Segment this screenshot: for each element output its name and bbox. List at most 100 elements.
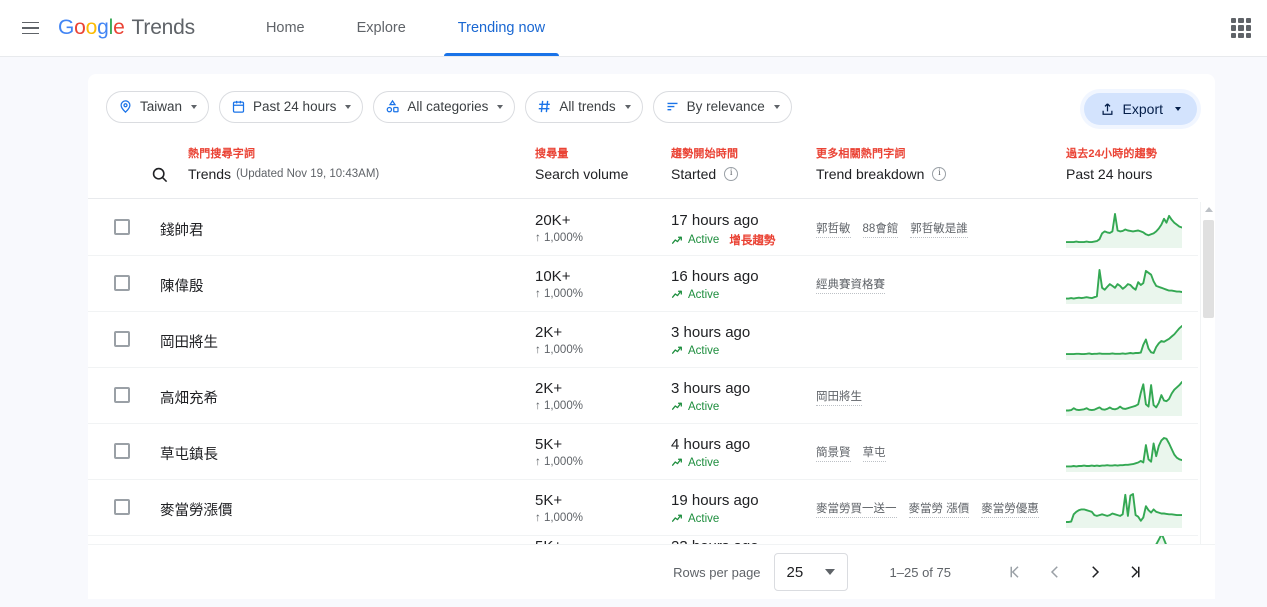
breakdown-chip[interactable]: 草屯 bbox=[863, 444, 886, 462]
trending-up-icon bbox=[671, 512, 684, 525]
header-started-label: Started bbox=[671, 166, 716, 182]
row-checkbox[interactable] bbox=[114, 387, 130, 403]
export-button-wrapper: Export bbox=[1080, 89, 1201, 129]
chevron-down-icon bbox=[191, 105, 197, 109]
info-icon[interactable]: i bbox=[932, 167, 946, 181]
breakdown-chip[interactable]: 麥當勞 漲價 bbox=[909, 500, 970, 518]
filter-trend-type[interactable]: All trends bbox=[525, 91, 642, 123]
apps-dot bbox=[1246, 25, 1251, 30]
location-pin-icon bbox=[118, 99, 133, 114]
row-keyword[interactable]: 草屯鎮長 bbox=[160, 447, 218, 463]
breakdown-chip[interactable]: 經典賽資格賽 bbox=[816, 276, 885, 294]
row-keyword[interactable]: 高畑充希 bbox=[160, 391, 218, 407]
row-sparkline-cell bbox=[1066, 434, 1182, 477]
export-button-label: Export bbox=[1123, 101, 1163, 117]
table-vertical-scrollbar[interactable] bbox=[1200, 202, 1215, 592]
breakdown-chip[interactable]: 岡田將生 bbox=[816, 388, 862, 406]
table-row[interactable]: 草屯鎮長5K+↑ 1,000%4 hours agoActive簡景賢草屯 bbox=[88, 424, 1198, 480]
search-icon[interactable] bbox=[150, 165, 169, 189]
row-keyword[interactable]: 錢帥君 bbox=[160, 223, 204, 239]
apps-dot bbox=[1231, 18, 1236, 23]
table-row[interactable]: 麥當勞漲價5K+↑ 1,000%19 hours agoActive麥當勞買一送… bbox=[88, 480, 1198, 536]
filter-sort[interactable]: By relevance bbox=[653, 91, 792, 123]
info-icon[interactable]: i bbox=[724, 167, 738, 181]
breakdown-chip[interactable]: 郭哲敏是誰 bbox=[910, 220, 968, 238]
row-checkbox-cell bbox=[114, 387, 130, 403]
row-keyword-cell: 陳偉殷 bbox=[160, 275, 204, 296]
nav-link-trending-now[interactable]: Trending now bbox=[444, 0, 559, 56]
sparkline-chart bbox=[1066, 210, 1182, 253]
row-checkbox[interactable] bbox=[114, 443, 130, 459]
row-checkbox[interactable] bbox=[114, 331, 130, 347]
next-page-button[interactable] bbox=[1075, 552, 1115, 592]
row-keyword[interactable]: 陳偉殷 bbox=[160, 279, 204, 295]
scroll-up-arrow-icon[interactable] bbox=[1201, 202, 1216, 216]
row-volume-change: ↑ 1,000% bbox=[535, 400, 583, 412]
apps-dot bbox=[1246, 18, 1251, 23]
hamburger-menu-icon[interactable] bbox=[16, 14, 44, 42]
table-row[interactable]: 岡田將生2K+↑ 1,000%3 hours agoActive bbox=[88, 312, 1198, 368]
trends-card: Taiwan Past 24 hours All categ bbox=[88, 74, 1215, 599]
google-apps-grid-icon[interactable] bbox=[1229, 16, 1253, 40]
filter-categories[interactable]: All categories bbox=[373, 91, 515, 123]
row-volume-change: ↑ 1,000% bbox=[535, 232, 583, 244]
row-sparkline-cell bbox=[1066, 210, 1182, 253]
row-checkbox-cell bbox=[114, 443, 130, 459]
filter-time-range[interactable]: Past 24 hours bbox=[219, 91, 363, 123]
table-row[interactable]: 陳偉殷10K+↑ 1,000%16 hours agoActive經典賽資格賽 bbox=[88, 256, 1198, 312]
filter-time-range-label: Past 24 hours bbox=[253, 99, 336, 114]
previous-page-button[interactable] bbox=[1035, 552, 1075, 592]
row-checkbox[interactable] bbox=[114, 219, 130, 235]
table-row[interactable]: 錢帥君20K+↑ 1,000%17 hours agoActive增長趨勢郭哲敏… bbox=[88, 200, 1198, 256]
page-background: Taiwan Past 24 hours All categ bbox=[0, 57, 1267, 607]
row-checkbox-cell bbox=[114, 331, 130, 347]
header-trends: Trends (Updated Nov 19, 10:43AM) bbox=[188, 166, 379, 182]
row-checkbox[interactable] bbox=[114, 499, 130, 515]
export-upload-icon bbox=[1100, 102, 1115, 117]
annotation-sparkline: 過去24小時的趨勢 bbox=[1066, 145, 1157, 161]
row-volume-cell: 5K+↑ 1,000% bbox=[535, 436, 583, 468]
apps-dot bbox=[1238, 18, 1243, 23]
breakdown-chip[interactable]: 麥當勞買一送一 bbox=[816, 500, 897, 518]
export-button[interactable]: Export bbox=[1084, 93, 1197, 125]
row-checkbox[interactable] bbox=[114, 275, 130, 291]
categories-icon bbox=[385, 99, 400, 114]
header-past-24-hours: Past 24 hours bbox=[1066, 166, 1152, 182]
row-keyword[interactable]: 岡田將生 bbox=[160, 335, 218, 351]
filter-location[interactable]: Taiwan bbox=[106, 91, 209, 123]
row-volume: 10K+ bbox=[535, 268, 583, 285]
row-keyword-cell: 錢帥君 bbox=[160, 219, 204, 240]
nav-link-explore[interactable]: Explore bbox=[343, 0, 420, 56]
row-started-cell: 17 hours agoActive增長趨勢 bbox=[671, 212, 775, 248]
row-started: 19 hours ago bbox=[671, 492, 759, 509]
scrollbar-thumb[interactable] bbox=[1203, 220, 1214, 318]
rows-per-page-label: Rows per page bbox=[673, 565, 760, 580]
row-keyword[interactable]: 麥當勞漲價 bbox=[160, 503, 233, 519]
row-keyword-cell: 草屯鎮長 bbox=[160, 443, 218, 464]
row-status-label: Active bbox=[688, 513, 719, 525]
rows-per-page-select[interactable]: 25 bbox=[774, 553, 848, 591]
row-status-label: Active bbox=[688, 345, 719, 357]
nav-link-home[interactable]: Home bbox=[252, 0, 319, 56]
header-started: Started i bbox=[671, 166, 738, 182]
row-checkbox-cell bbox=[114, 499, 130, 515]
row-breakdown-cell: 簡景賢草屯 bbox=[816, 444, 886, 462]
breakdown-chip[interactable]: 郭哲敏 bbox=[816, 220, 851, 238]
row-volume: 2K+ bbox=[535, 324, 583, 341]
google-trends-logo[interactable]: Google Trends bbox=[58, 16, 195, 40]
row-checkbox-cell bbox=[114, 275, 130, 291]
first-page-button[interactable] bbox=[995, 552, 1035, 592]
row-status-label: Active bbox=[688, 457, 719, 469]
trending-up-icon bbox=[671, 456, 684, 469]
last-page-button[interactable] bbox=[1115, 552, 1155, 592]
breakdown-chip[interactable]: 麥當勞優惠 bbox=[981, 500, 1039, 518]
row-breakdown-cell: 麥當勞買一送一麥當勞 漲價麥當勞優惠 bbox=[816, 500, 1039, 518]
table-row[interactable]: 高畑充希2K+↑ 1,000%3 hours agoActive岡田將生 bbox=[88, 368, 1198, 424]
breakdown-chip[interactable]: 簡景賢 bbox=[816, 444, 851, 462]
row-status-label: Active bbox=[688, 234, 719, 246]
filter-trend-type-label: All trends bbox=[559, 99, 615, 114]
annotation-started: 趨勢開始時間 bbox=[671, 145, 738, 161]
rows-per-page-value: 25 bbox=[787, 564, 804, 581]
breakdown-chip[interactable]: 88會館 bbox=[863, 220, 899, 238]
hash-icon bbox=[537, 99, 552, 114]
